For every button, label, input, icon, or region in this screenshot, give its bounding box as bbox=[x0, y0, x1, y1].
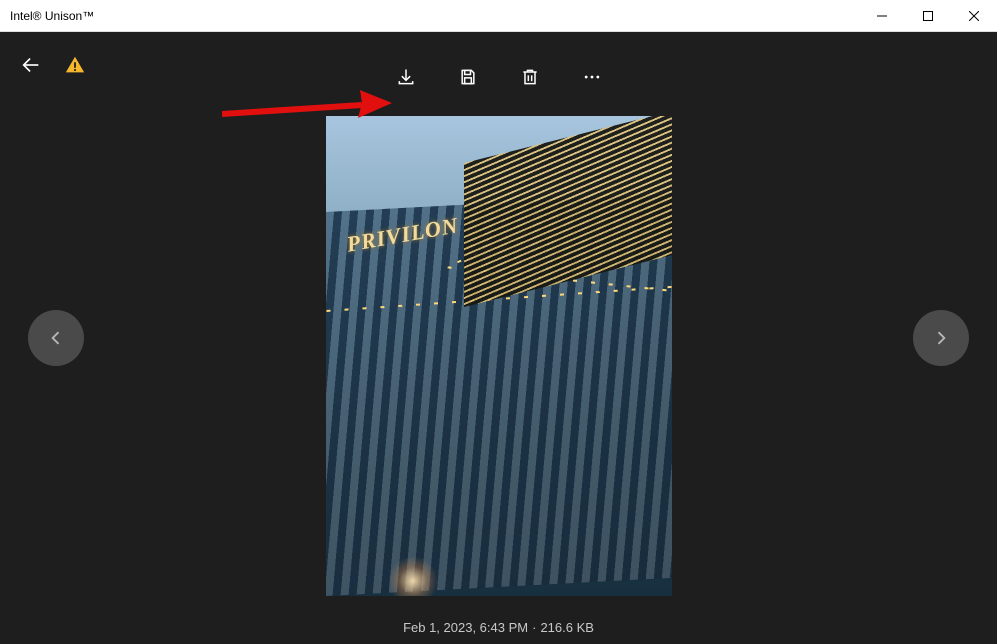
status-separator: · bbox=[532, 620, 536, 635]
minimize-button[interactable] bbox=[859, 0, 905, 31]
titlebar: Intel® Unison™ bbox=[0, 0, 997, 32]
previous-button[interactable] bbox=[28, 310, 84, 366]
status-filesize: 216.6 KB bbox=[540, 620, 594, 635]
photo[interactable]: PRIVILON bbox=[326, 116, 672, 596]
status-timestamp: Feb 1, 2023, 6:43 PM bbox=[403, 620, 528, 635]
content-area: PRIVILON Feb 1, 2023, 6:43 PM · 216.6 KB bbox=[0, 32, 997, 644]
photo-decoration bbox=[457, 163, 672, 263]
warning-icon[interactable] bbox=[62, 52, 88, 78]
back-button[interactable] bbox=[18, 52, 44, 78]
maximize-button[interactable] bbox=[905, 0, 951, 31]
photo-decoration bbox=[326, 285, 672, 314]
next-button[interactable] bbox=[913, 310, 969, 366]
top-nav bbox=[0, 32, 997, 98]
photo-decoration bbox=[388, 556, 438, 596]
close-button[interactable] bbox=[951, 0, 997, 31]
status-bar: Feb 1, 2023, 6:43 PM · 216.6 KB bbox=[0, 610, 997, 644]
window-controls bbox=[859, 0, 997, 31]
image-viewer: PRIVILON bbox=[0, 112, 997, 600]
window-title: Intel® Unison™ bbox=[10, 9, 94, 23]
photo-signage-text: PRIVILON bbox=[345, 212, 461, 257]
